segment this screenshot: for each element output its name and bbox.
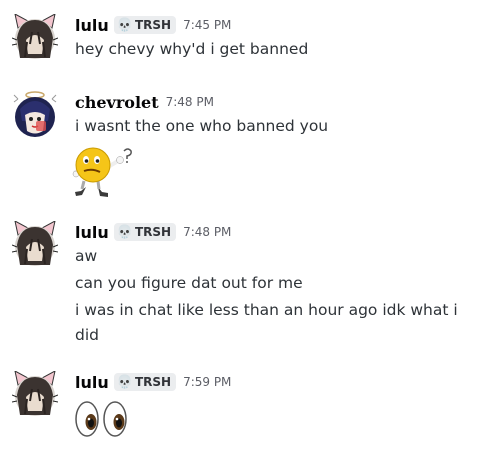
server-tag[interactable]: 💀 TRSH bbox=[113, 223, 177, 241]
server-tag-label: TRSH bbox=[134, 18, 172, 32]
avatar[interactable] bbox=[12, 91, 58, 137]
message-group: lulu 💀 TRSH 7:48 PM aw can you figure da… bbox=[0, 221, 477, 351]
eyes-emoji[interactable] bbox=[74, 399, 130, 443]
message-group: lulu 💀 TRSH 7:45 PM hey chevy why'd i ge… bbox=[0, 14, 477, 74]
message-text: can you figure dat out for me bbox=[75, 274, 303, 292]
message-header: lulu 💀 TRSH 7:48 PM bbox=[75, 221, 231, 243]
skull-icon: 💀 bbox=[116, 224, 133, 240]
chat-messages: lulu 💀 TRSH 7:45 PM hey chevy why'd i ge… bbox=[0, 0, 477, 457]
message-text: i was in chat like less than an hour ago… bbox=[75, 301, 458, 319]
message-text: hey chevy why'd i get banned bbox=[75, 40, 309, 58]
server-tag[interactable]: 💀 TRSH bbox=[113, 373, 177, 391]
message-header: lulu 💀 TRSH 7:45 PM bbox=[75, 14, 231, 36]
timestamp: 7:48 PM bbox=[165, 95, 214, 109]
message-text: i wasnt the one who banned you bbox=[75, 117, 329, 135]
message-group: lulu 💀 TRSH 7:59 PM bbox=[0, 371, 477, 451]
avatar[interactable] bbox=[12, 371, 58, 417]
server-tag-label: TRSH bbox=[134, 375, 172, 389]
timestamp: 7:45 PM bbox=[183, 18, 232, 32]
username[interactable]: lulu bbox=[75, 223, 109, 242]
message-text: did bbox=[75, 326, 99, 344]
username[interactable]: lulu bbox=[75, 373, 109, 392]
skull-icon: 💀 bbox=[116, 17, 133, 33]
skull-icon: 💀 bbox=[116, 374, 133, 390]
message-text: aw bbox=[75, 247, 98, 265]
username[interactable]: chevrolet bbox=[75, 93, 159, 112]
message-header: chevrolet 7:48 PM bbox=[75, 91, 214, 113]
username[interactable]: lulu bbox=[75, 16, 109, 35]
confused-emoji-sticker[interactable] bbox=[72, 143, 134, 203]
message-header: lulu 💀 TRSH 7:59 PM bbox=[75, 371, 231, 393]
avatar[interactable] bbox=[12, 14, 58, 60]
avatar[interactable] bbox=[12, 221, 58, 267]
timestamp: 7:48 PM bbox=[183, 225, 232, 239]
server-tag[interactable]: 💀 TRSH bbox=[113, 16, 177, 34]
server-tag-label: TRSH bbox=[134, 225, 172, 239]
timestamp: 7:59 PM bbox=[183, 375, 232, 389]
message-group: chevrolet 7:48 PM i wasnt the one who ba… bbox=[0, 91, 477, 201]
